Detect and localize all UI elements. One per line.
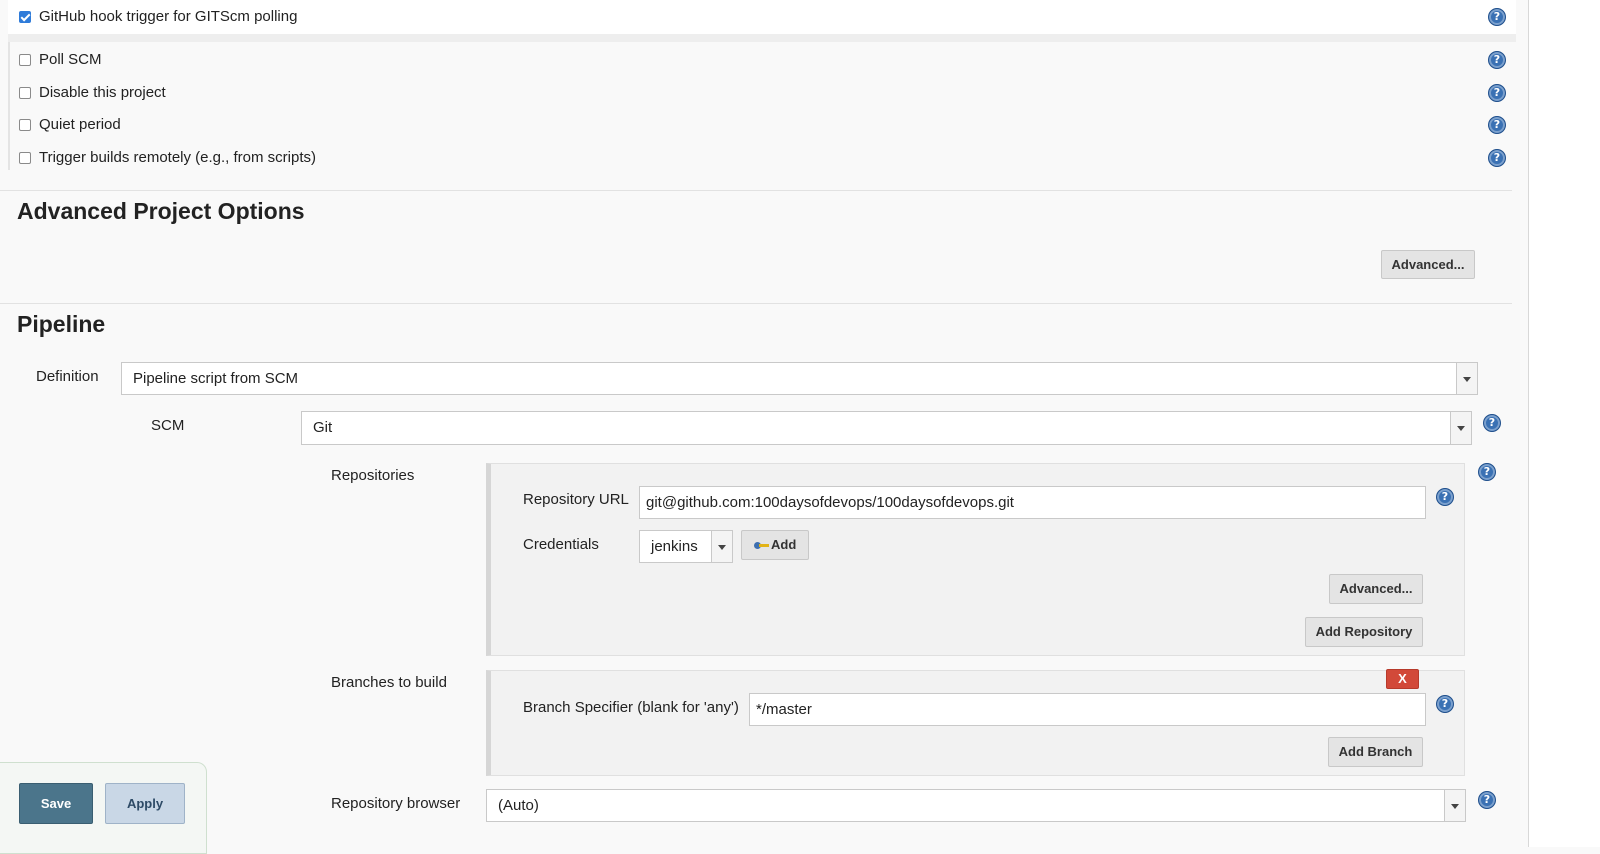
help-icon[interactable]: ?	[1478, 791, 1496, 809]
chevron-down-icon	[1444, 790, 1465, 821]
help-icon[interactable]: ?	[1488, 51, 1506, 69]
credentials-select[interactable]: jenkins	[639, 530, 733, 563]
definition-value: Pipeline script from SCM	[133, 370, 299, 387]
chevron-down-icon	[1450, 412, 1471, 444]
label-trigger-remotely: Trigger builds remotely (e.g., from scri…	[39, 149, 317, 166]
help-icon[interactable]: ?	[1436, 488, 1454, 506]
branches-label: Branches to build	[331, 674, 447, 691]
help-icon[interactable]: ?	[1478, 463, 1496, 481]
delete-branch-button[interactable]: X	[1386, 669, 1419, 689]
advanced-project-options-button[interactable]: Advanced...	[1381, 250, 1475, 279]
checkbox-disable-project[interactable]	[19, 87, 31, 99]
scm-label: SCM	[151, 417, 185, 434]
checkbox-quiet-period[interactable]	[19, 119, 31, 131]
repository-browser-select[interactable]: (Auto)	[486, 789, 1466, 822]
apply-button[interactable]: Apply	[105, 783, 185, 824]
repository-url-input[interactable]	[639, 486, 1426, 519]
label-github-hook: GitHub hook trigger for GITScm polling	[39, 8, 298, 25]
trigger-divider-band	[8, 34, 1516, 42]
pipeline-title: Pipeline	[17, 311, 106, 337]
branch-specifier-label: Branch Specifier (blank for 'any')	[523, 699, 739, 716]
checkbox-trigger-remotely[interactable]	[19, 152, 31, 164]
definition-label: Definition	[36, 368, 99, 385]
add-branch-button[interactable]: Add Branch	[1328, 737, 1423, 767]
scm-value: Git	[313, 419, 333, 436]
help-icon[interactable]: ?	[1488, 8, 1506, 26]
key-icon	[754, 541, 769, 550]
repository-browser-label: Repository browser	[331, 795, 461, 812]
checkbox-github-hook[interactable]	[19, 11, 31, 23]
definition-select[interactable]: Pipeline script from SCM	[121, 362, 1478, 395]
repository-url-label: Repository URL	[523, 491, 629, 508]
repository-advanced-button[interactable]: Advanced...	[1329, 574, 1423, 604]
repository-browser-value: (Auto)	[498, 797, 539, 814]
add-credentials-button[interactable]: Add	[741, 530, 809, 560]
help-icon[interactable]: ?	[1436, 695, 1454, 713]
repositories-label: Repositories	[331, 467, 415, 484]
label-poll-scm: Poll SCM	[39, 51, 102, 68]
section-divider	[0, 303, 1512, 304]
branch-specifier-input[interactable]	[749, 693, 1426, 726]
help-icon[interactable]: ?	[1488, 149, 1506, 167]
credentials-value: jenkins	[651, 538, 698, 555]
section-divider	[0, 190, 1512, 191]
advanced-project-options-title: Advanced Project Options	[17, 198, 305, 224]
chevron-down-icon	[1456, 363, 1477, 394]
help-icon[interactable]: ?	[1488, 84, 1506, 102]
add-credentials-label: Add	[771, 537, 797, 552]
page-right-gutter	[1528, 0, 1600, 847]
checkbox-poll-scm[interactable]	[19, 54, 31, 66]
credentials-label: Credentials	[523, 536, 599, 553]
scm-select[interactable]: Git	[301, 411, 1472, 445]
add-repository-button[interactable]: Add Repository	[1305, 617, 1423, 647]
help-icon[interactable]: ?	[1483, 414, 1501, 432]
help-icon[interactable]: ?	[1488, 116, 1506, 134]
label-quiet-period: Quiet period	[39, 116, 121, 133]
trigger-rows-bar	[8, 42, 10, 170]
chevron-down-icon	[711, 531, 732, 562]
save-button[interactable]: Save	[19, 783, 93, 824]
label-disable-project: Disable this project	[39, 84, 166, 101]
